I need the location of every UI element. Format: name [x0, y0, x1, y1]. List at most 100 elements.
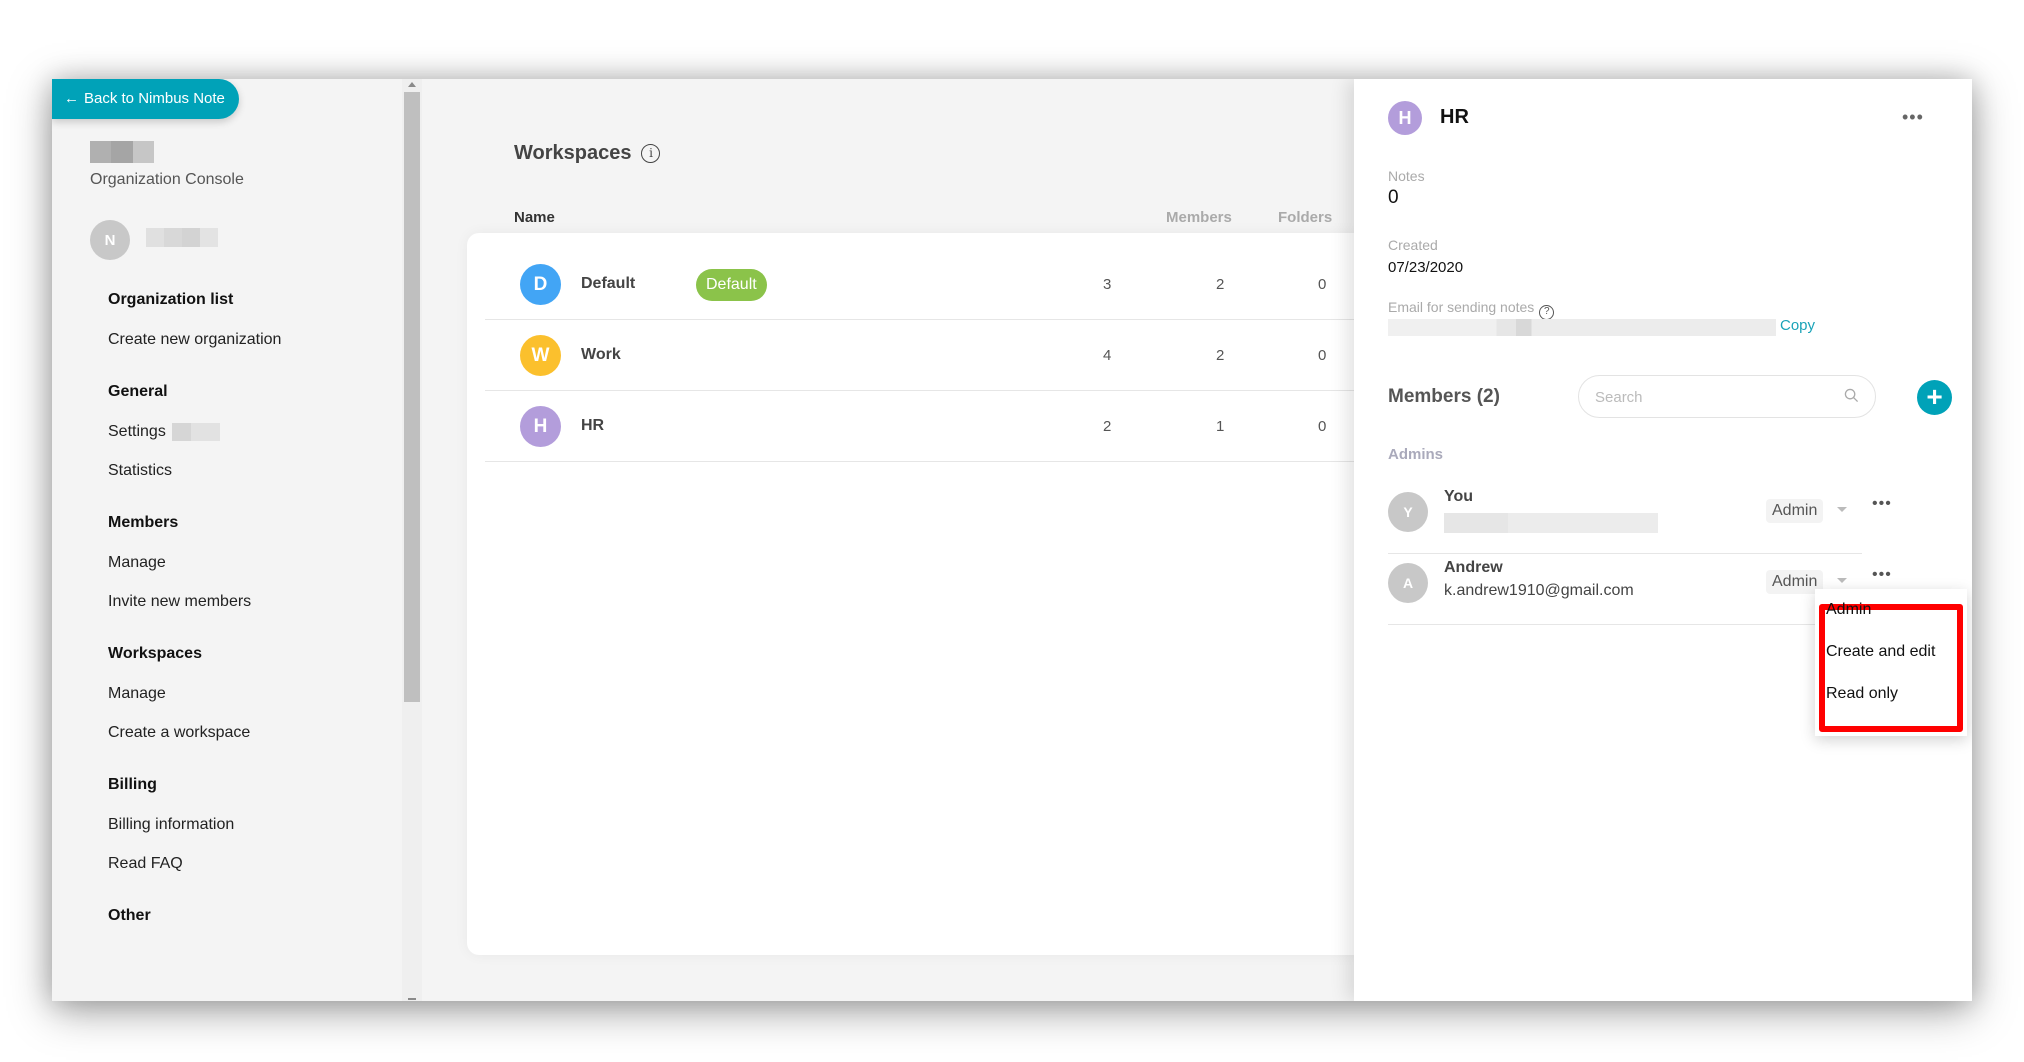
workspace-name: Default	[581, 275, 636, 292]
workspace-avatar: D	[520, 264, 561, 305]
scroll-down-arrow-icon[interactable]	[408, 998, 416, 1000]
member-name: Andrew	[1444, 559, 1503, 576]
settings-redacted	[171, 423, 220, 441]
role-dropdown-menu: Admin Create and edit Read only	[1815, 589, 1967, 736]
nav-section-general: General Settings Statistics	[108, 381, 388, 482]
sidebar: ← Back to Nimbus Note Organization Conso…	[52, 79, 402, 1001]
column-header-folders[interactable]: Folders	[1278, 209, 1332, 226]
user-avatar[interactable]: N	[90, 220, 130, 260]
member-email: k.andrew1910@gmail.com	[1444, 582, 1634, 599]
member-email-redacted	[1444, 513, 1658, 533]
workspace-notes-count: 0	[1318, 418, 1327, 435]
page-title-text: Workspaces	[514, 142, 632, 164]
search-icon	[1844, 388, 1859, 403]
add-member-button[interactable]: +	[1917, 380, 1952, 415]
member-search-field[interactable]	[1578, 375, 1876, 418]
back-to-nimbus-note-button[interactable]: ← Back to Nimbus Note	[52, 79, 239, 119]
arrow-left-icon: ←	[64, 90, 79, 107]
copy-email-link[interactable]: Copy	[1780, 317, 1815, 334]
default-badge: Default	[696, 269, 767, 301]
workspace-folders-count: 2	[1216, 276, 1225, 293]
workspace-folders-count: 2	[1216, 347, 1225, 364]
nav-item-label: Statistics	[108, 462, 173, 479]
nav-heading-other: Other	[108, 907, 151, 924]
info-icon[interactable]: i	[641, 144, 661, 163]
help-icon[interactable]: ?	[1539, 305, 1555, 320]
workspace-details-panel: H HR ••• Notes 0 Created 07/23/2020 Emai…	[1354, 79, 1972, 1001]
nav-item-label: Invite new members	[108, 593, 252, 610]
created-label: Created	[1388, 237, 1438, 253]
panel-title: HR	[1440, 106, 1469, 128]
nav-item-billing-information[interactable]: Billing information	[108, 814, 388, 836]
member-search-input[interactable]	[1595, 386, 1825, 408]
member-more-icon[interactable]: •••	[1872, 495, 1892, 513]
nav-section-organization-list: Organization list Create new organizatio…	[108, 289, 388, 351]
workspace-avatar: W	[520, 335, 561, 376]
nav-section-billing: Billing Billing information Read FAQ	[108, 774, 388, 875]
highlight-box	[1819, 604, 1963, 732]
nav-item-label: Read FAQ	[108, 855, 183, 872]
back-button-label: Back to Nimbus Note	[84, 90, 225, 107]
notes-value: 0	[1388, 187, 1399, 208]
scrollbar-thumb[interactable]	[404, 92, 420, 702]
nav-item-statistics[interactable]: Statistics	[108, 460, 388, 482]
nav-item-label: Billing information	[108, 816, 235, 833]
admins-group-label: Admins	[1388, 446, 1444, 463]
org-console-label: Organization Console	[90, 171, 244, 188]
app-window: ← Back to Nimbus Note Organization Conso…	[52, 79, 1972, 1001]
nav-item-members-manage[interactable]: Manage	[108, 552, 388, 574]
nav-item-create-a-workspace[interactable]: Create a workspace	[108, 722, 388, 744]
workspace-avatar: H	[1388, 101, 1422, 135]
nav-heading-members: Members	[108, 514, 179, 531]
page-title: Workspaces i	[514, 142, 661, 165]
sidebar-scrollbar[interactable]	[402, 79, 422, 1001]
nav-heading-organization-list[interactable]: Organization list	[108, 289, 388, 311]
member-row: A Andrew k.andrew1910@gmail.com Admin ••…	[1388, 554, 1891, 625]
role-option-read-only[interactable]: Read only	[1826, 685, 1898, 703]
workspace-members-count: 3	[1103, 276, 1112, 293]
column-header-members[interactable]: Members	[1166, 209, 1232, 226]
email-label-text: Email for sending notes	[1388, 299, 1535, 315]
nav-section-other: Other	[108, 905, 388, 927]
role-option-create-and-edit[interactable]: Create and edit	[1826, 643, 1935, 661]
chevron-down-icon[interactable]	[1837, 507, 1847, 512]
member-row: Y You Admin •••	[1388, 483, 1891, 554]
workspace-folders-count: 1	[1216, 418, 1225, 435]
member-role-select[interactable]: Admin	[1766, 499, 1824, 523]
nav-item-label: Manage	[108, 554, 166, 571]
chevron-down-icon[interactable]	[1837, 578, 1847, 583]
role-option-admin[interactable]: Admin	[1826, 601, 1871, 619]
workspace-notes-count: 0	[1318, 347, 1327, 364]
nav-item-workspaces-manage[interactable]: Manage	[108, 683, 388, 705]
nav-item-label: Create a workspace	[108, 724, 251, 741]
nav-item-label: Manage	[108, 685, 166, 702]
member-avatar: A	[1388, 563, 1428, 603]
nav-item-invite-new-members[interactable]: Invite new members	[108, 591, 388, 613]
workspace-name: Work	[581, 346, 621, 363]
workspace-avatar: H	[520, 406, 561, 447]
members-title: Members (2)	[1388, 386, 1500, 407]
nav-section-members: Members Manage Invite new members	[108, 512, 388, 613]
member-more-icon[interactable]: •••	[1872, 566, 1892, 584]
workspace-name: HR	[581, 417, 605, 434]
nav-heading-billing: Billing	[108, 776, 157, 793]
org-logo	[90, 141, 154, 163]
workspace-notes-count: 0	[1318, 276, 1327, 293]
nav-item-label: Create new organization	[108, 331, 282, 348]
created-value: 07/23/2020	[1388, 259, 1464, 276]
workspace-members-count: 4	[1103, 347, 1112, 364]
nav-item-read-faq[interactable]: Read FAQ	[108, 853, 388, 875]
nav-item-label: Settings	[108, 423, 166, 440]
email-redacted	[1388, 319, 1776, 336]
notes-label: Notes	[1388, 168, 1425, 184]
nav-item-create-new-organization[interactable]: Create new organization	[108, 329, 388, 351]
nav-heading-general: General	[108, 383, 168, 400]
more-options-icon[interactable]: •••	[1902, 107, 1924, 128]
nav-item-settings[interactable]: Settings	[108, 421, 388, 443]
email-label: Email for sending notes?	[1388, 299, 1555, 320]
nav-section-workspaces: Workspaces Manage Create a workspace	[108, 643, 388, 744]
column-header-name[interactable]: Name	[514, 209, 555, 226]
scroll-up-arrow-icon[interactable]	[408, 82, 416, 87]
workspace-members-count: 2	[1103, 418, 1112, 435]
member-avatar: Y	[1388, 492, 1428, 532]
